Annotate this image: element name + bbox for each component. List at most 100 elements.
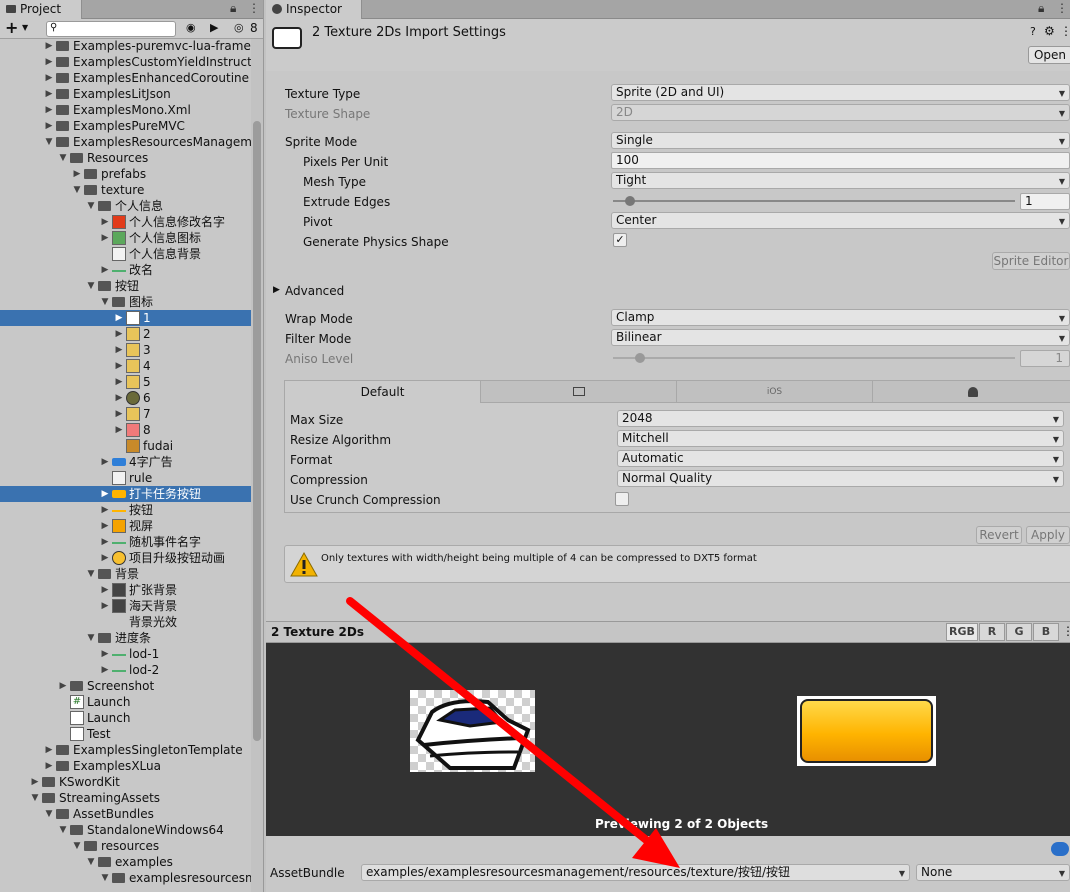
tree-item[interactable]: ▶ ExamplesSingletonTemplate (0, 742, 252, 758)
tree-item[interactable]: ▶ lod-2 (0, 662, 252, 678)
project-tab[interactable]: Project (0, 0, 82, 19)
foldout-collapsed-icon[interactable]: ▶ (100, 550, 110, 566)
tree-item[interactable]: ▼ 进度条 (0, 630, 252, 646)
foldout-collapsed-icon[interactable]: ▶ (114, 422, 124, 438)
assetbundle-name-dropdown[interactable]: examples/examplesresourcesmanagement/res… (361, 864, 910, 881)
tree-item[interactable]: ▶ ExamplesPureMVC (0, 118, 252, 134)
foldout-collapsed-icon[interactable]: ▶ (44, 102, 54, 118)
tree-item[interactable]: ▶ 扩张背景 (0, 582, 252, 598)
tree-item[interactable]: ▶ 4 (0, 358, 252, 374)
filter-by-label-icon[interactable]: ▶ (210, 21, 218, 34)
foldout-collapsed-icon[interactable]: ▶ (100, 646, 110, 662)
generate-physics-shape-checkbox[interactable]: ✓ (613, 233, 627, 247)
tree-item[interactable]: ▶ ExamplesCustomYieldInstruction (0, 54, 263, 70)
tree-item[interactable]: ▶ 个人信息修改名字 (0, 214, 252, 230)
project-scrollbar[interactable] (251, 39, 263, 892)
foldout-expanded-icon[interactable]: ▼ (100, 870, 110, 886)
foldout-expanded-icon[interactable]: ▼ (86, 278, 96, 294)
inspector-tab[interactable]: Inspector (266, 0, 362, 19)
extrude-edges-slider[interactable] (613, 200, 1015, 202)
tree-item[interactable]: ▶ 视屏 (0, 518, 252, 534)
foldout-expanded-icon[interactable]: ▼ (86, 854, 96, 870)
tree-item[interactable]: ▶ 项目升级按钮动画 (0, 550, 252, 566)
chevron-down-icon[interactable]: ▼ (22, 23, 28, 32)
tree-item[interactable]: ▼ 个人信息 (0, 198, 252, 214)
tab-standalone[interactable] (481, 381, 677, 403)
channel-b-button[interactable]: B (1033, 623, 1059, 641)
foldout-collapsed-icon[interactable]: ▶ (100, 662, 110, 678)
foldout-collapsed-icon[interactable]: ▶ (100, 454, 110, 470)
tree-item[interactable]: ▶ 随机事件名字 (0, 534, 252, 550)
foldout-collapsed-icon[interactable]: ▶ (44, 118, 54, 134)
foldout-expanded-icon[interactable]: ▼ (86, 630, 96, 646)
channel-r-button[interactable]: R (979, 623, 1005, 641)
foldout-collapsed-icon[interactable]: ▶ (100, 534, 110, 550)
foldout-collapsed-icon[interactable]: ▶ (100, 262, 110, 278)
more-options-icon[interactable]: ⋮ (1056, 1, 1068, 15)
add-icon[interactable]: + (5, 18, 18, 37)
search-input[interactable]: ⚲ (46, 21, 176, 37)
tree-item[interactable]: ▼ examples (0, 854, 252, 870)
more-options-icon[interactable]: ⋮ (1060, 24, 1070, 38)
tree-item[interactable]: 背景光效 (0, 614, 252, 630)
tree-item[interactable]: ▼ 背景 (0, 566, 252, 582)
tree-item[interactable]: ▼ StreamingAssets (0, 790, 252, 806)
open-button[interactable]: Open (1028, 46, 1070, 64)
channel-rgb-button[interactable]: RGB (946, 623, 978, 641)
tree-item[interactable]: ▼ StandaloneWindows64 (0, 822, 252, 838)
foldout-expanded-icon[interactable]: ▼ (72, 838, 82, 854)
foldout-expanded-icon[interactable]: ▼ (44, 806, 54, 822)
resize-algorithm-dropdown[interactable]: Mitchell (617, 430, 1064, 447)
channel-g-button[interactable]: G (1006, 623, 1032, 641)
foldout-collapsed-icon[interactable]: ▶ (72, 166, 82, 182)
tree-item[interactable]: ▼ Resources (0, 150, 252, 166)
foldout-collapsed-icon[interactable]: ▶ (114, 310, 124, 326)
help-icon[interactable]: ? (1030, 25, 1036, 38)
more-options-icon[interactable]: ⋮ (248, 1, 260, 15)
lock-icon[interactable]: 🔒︎ (230, 1, 236, 16)
tab-default[interactable]: Default (285, 381, 481, 403)
foldout-expanded-icon[interactable]: ▼ (86, 566, 96, 582)
mesh-type-dropdown[interactable]: Tight (611, 172, 1070, 189)
foldout-expanded-icon[interactable]: ▼ (86, 198, 96, 214)
foldout-collapsed-icon[interactable]: ▶ (114, 390, 124, 406)
wrap-mode-dropdown[interactable]: Clamp (611, 309, 1070, 326)
tree-item[interactable]: ▶ Examples-puremvc-lua-framewo (0, 38, 263, 54)
foldout-collapsed-icon[interactable]: ▶ (100, 214, 110, 230)
foldout-collapsed-icon[interactable]: ▶ (114, 374, 124, 390)
tree-item[interactable]: ▶ 6 (0, 390, 252, 406)
tree-item[interactable]: # Launch (0, 694, 252, 710)
foldout-expanded-icon[interactable]: ▼ (44, 134, 54, 150)
tree-item[interactable]: ▶ lod-1 (0, 646, 252, 662)
foldout-collapsed-icon[interactable]: ▶ (44, 38, 54, 54)
max-size-dropdown[interactable]: 2048 (617, 410, 1064, 427)
extrude-edges-field[interactable]: 1 (1020, 193, 1070, 210)
tree-item[interactable]: ▶ ExamplesEnhancedCoroutine (0, 70, 252, 86)
lock-icon[interactable]: 🔒︎ (1038, 1, 1044, 16)
foldout-collapsed-icon[interactable]: ▶ (100, 502, 110, 518)
foldout-collapsed-icon[interactable]: ▶ (44, 758, 54, 774)
filter-by-type-icon[interactable]: ◉ (186, 21, 196, 34)
apply-button[interactable]: Apply (1026, 526, 1070, 544)
sprite-editor-button[interactable]: Sprite Editor (992, 252, 1070, 270)
tree-item[interactable]: ▶ ExamplesLitJson (0, 86, 252, 102)
foldout-collapsed-icon[interactable]: ▶ (44, 86, 54, 102)
settings-icon[interactable]: ⚙ (1044, 24, 1055, 38)
foldout-collapsed-icon[interactable]: ▶ (100, 582, 110, 598)
tree-item[interactable]: ▶ 7 (0, 406, 252, 422)
tree-item[interactable]: ▶ 3 (0, 342, 252, 358)
advanced-foldout-arrow-icon[interactable]: ▶ (273, 285, 280, 295)
texture-type-dropdown[interactable]: Sprite (2D and UI) (611, 84, 1070, 101)
pixels-per-unit-field[interactable]: 100 (611, 152, 1070, 169)
tree-item[interactable]: ▼ 图标 (0, 294, 252, 310)
compression-dropdown[interactable]: Normal Quality (617, 470, 1064, 487)
tab-ios[interactable]: iOS (677, 381, 873, 403)
tree-item[interactable]: ▶ 按钮 (0, 502, 252, 518)
assetbundle-variant-dropdown[interactable]: None (916, 864, 1070, 881)
tree-item[interactable]: ▶ KSwordKit (0, 774, 252, 790)
tree-item[interactable]: ▼ ExamplesResourcesManagement (0, 134, 263, 150)
format-dropdown[interactable]: Automatic (617, 450, 1064, 467)
hidden-packages-icon[interactable]: ◎ (234, 21, 244, 34)
tree-item[interactable]: ▶ 2 (0, 326, 252, 342)
tree-item[interactable]: ▶ 打卡任务按钮 (0, 486, 252, 502)
